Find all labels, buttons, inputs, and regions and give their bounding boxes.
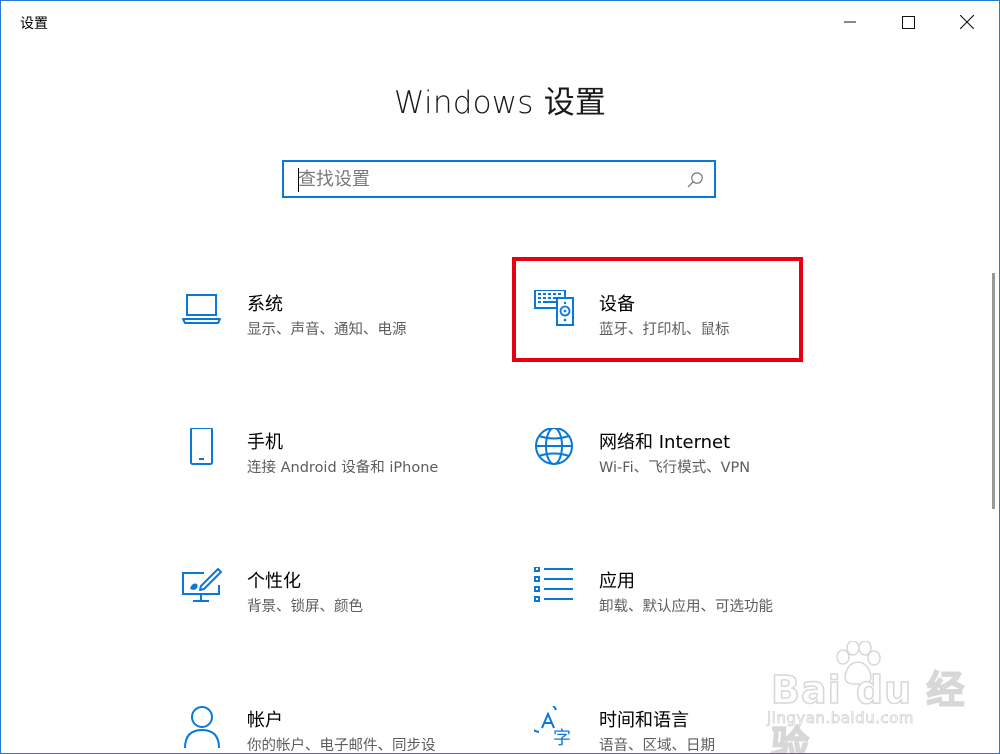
tile-description: 蓝牙、打印机、鼠标 [599,322,730,338]
tile-description: 显示、声音、通知、电源 [247,322,407,338]
settings-window: 设置 Windows 设置 查找设置 系统 显示、声音、通知、电源 设备 蓝牙、… [0,0,1000,754]
laptop-icon [182,290,228,336]
minimize-button[interactable] [821,1,879,43]
tile-system[interactable]: 系统 显示、声音、通知、电源 [182,290,472,360]
search-input[interactable] [298,166,678,192]
tile-phone[interactable]: 手机 连接 Android 设备和 iPhone [182,428,472,498]
tile-name: 帐户 [247,710,283,731]
tile-time-language[interactable]: 字 时间和语言 语音、区域、日期 [534,706,824,754]
tile-name: 手机 [247,432,283,453]
minimize-icon [844,21,856,23]
tile-description: 你的帐户、电子邮件、同步设 [247,738,436,754]
tile-description: 语音、区域、日期 [599,738,715,754]
apps-list-icon [534,567,580,613]
personalization-icon [182,567,228,613]
person-icon [182,706,228,752]
tile-name: 个性化 [247,571,301,592]
tile-description: 背景、锁屏、颜色 [247,599,363,615]
paw-icon [836,641,881,685]
tile-description: 卸载、默认应用、可选功能 [599,599,773,615]
phone-icon [182,428,228,474]
tile-name: 应用 [599,571,635,592]
maximize-icon [901,15,915,29]
svg-text:字: 字 [553,728,571,749]
maximize-button[interactable] [879,1,937,43]
tile-name: 设备 [599,294,635,315]
scrollbar[interactable] [992,273,995,509]
window-title: 设置 [20,16,48,32]
tile-name: 系统 [247,294,283,315]
tile-description: 连接 Android 设备和 iPhone [247,460,439,476]
tile-name: 时间和语言 [599,710,689,731]
tile-network[interactable]: 网络和 Internet Wi-Fi、飞行模式、VPN [534,428,824,498]
tile-name: 网络和 Internet [599,432,731,453]
devices-icon [534,290,580,336]
time-language-icon: 字 [534,706,580,752]
tile-apps[interactable]: 应用 卸载、默认应用、可选功能 [534,567,824,637]
close-button[interactable] [938,1,996,43]
search-icon[interactable] [686,171,704,189]
tile-devices[interactable]: 设备 蓝牙、打印机、鼠标 [534,290,824,360]
title-bar[interactable]: 设置 [1,1,999,43]
tile-accounts[interactable]: 帐户 你的帐户、电子邮件、同步设 [182,706,472,754]
close-icon [960,15,974,29]
tile-description: Wi-Fi、飞行模式、VPN [599,460,751,476]
page-title: Windows 设置 [393,85,607,121]
tile-personalization[interactable]: 个性化 背景、锁屏、颜色 [182,567,472,637]
globe-icon [534,428,580,474]
search-box[interactable] [282,160,716,198]
